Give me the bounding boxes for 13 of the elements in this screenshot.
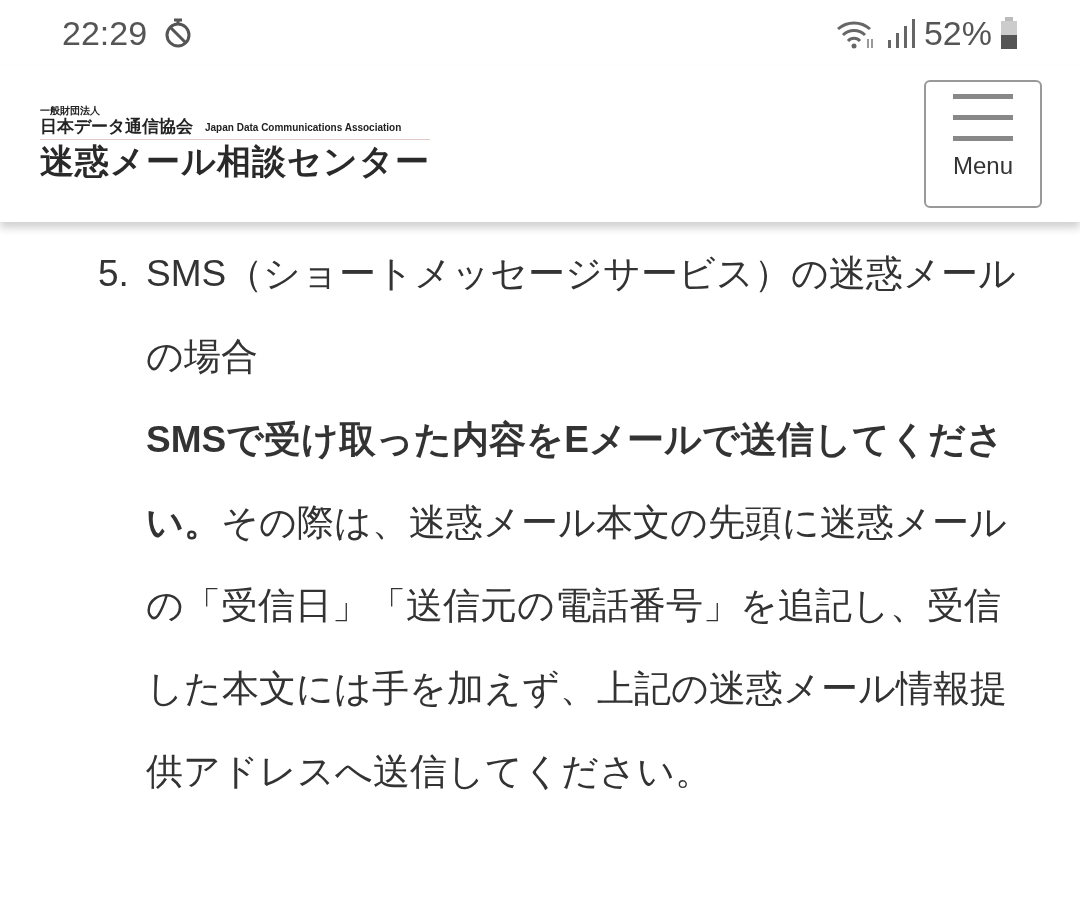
- logo-org-name: 日本データ通信協会: [40, 116, 193, 137]
- battery-icon: [1000, 17, 1018, 49]
- logo-org-type: 一般財団法人: [40, 105, 101, 116]
- list-number: 5.: [98, 252, 130, 296]
- signal-icon: [885, 18, 916, 48]
- clock-time: 22:29: [62, 12, 148, 54]
- menu-button[interactable]: Menu: [924, 80, 1042, 208]
- battery-percentage: 52%: [923, 12, 992, 54]
- list-paragraph: SMSで受け取った内容をEメールで送信してください。その際は、迷惑メール本文の先頭に迷惑メールの「受信日」「送信元の電話番号」を追記し、受信した本文には手を加えず、上記の迷惑メール情報提供アドレスへ送信してください。: [146, 418, 1008, 794]
- logo-org-name-en: Japan Data Communications Association: [205, 122, 402, 136]
- menu-icon: [953, 94, 1013, 142]
- list-heading: SMS（ショートメッセージサービス）の迷惑メールの場合: [146, 252, 1018, 379]
- logo-center-name: 迷惑メール相談センター: [40, 140, 430, 182]
